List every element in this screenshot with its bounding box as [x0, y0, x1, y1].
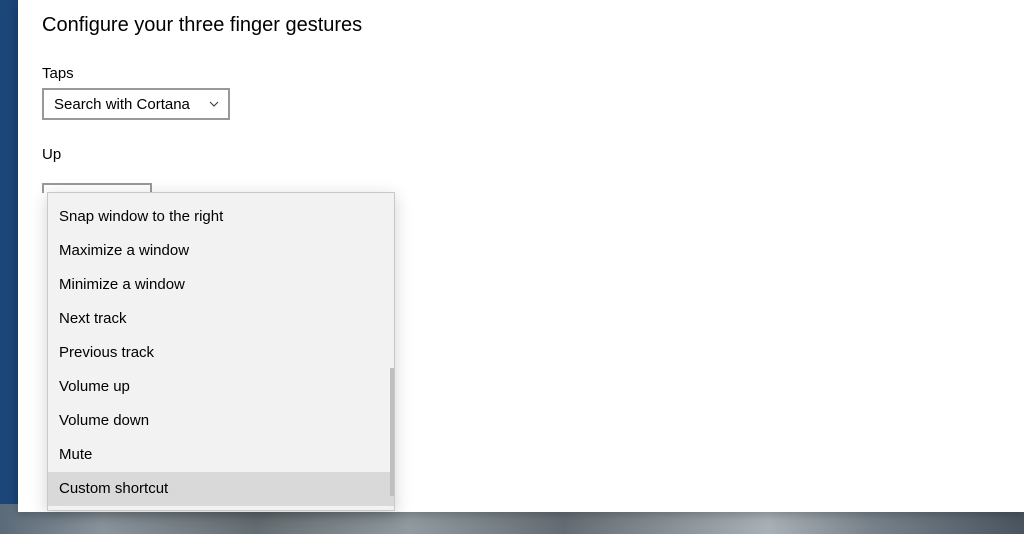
dropdown-item-volume-up[interactable]: Volume up: [48, 370, 394, 404]
dropdown-item-mute[interactable]: Mute: [48, 438, 394, 472]
taps-label: Taps: [42, 65, 1000, 82]
up-dropdown-list: Snap window to the right Maximize a wind…: [48, 193, 394, 510]
dropdown-item-maximize[interactable]: Maximize a window: [48, 234, 394, 268]
dropdown-item-next-track[interactable]: Next track: [48, 302, 394, 336]
dropdown-item-volume-down[interactable]: Volume down: [48, 404, 394, 438]
chevron-down-icon: [208, 98, 220, 110]
dropdown-item-minimize[interactable]: Minimize a window: [48, 268, 394, 302]
dropdown-scrollbar[interactable]: [390, 368, 394, 496]
up-dropdown-panel: Snap window to the right Maximize a wind…: [47, 192, 395, 511]
dropdown-item-custom-shortcut[interactable]: Custom shortcut: [48, 472, 394, 506]
taps-combobox-value: Search with Cortana: [54, 96, 190, 113]
dropdown-item-snap-right[interactable]: Snap window to the right: [48, 200, 394, 234]
taps-combobox[interactable]: Search with Cortana: [42, 88, 230, 120]
page-title: Configure your three finger gestures: [42, 14, 1000, 37]
settings-window: Configure your three finger gestures Tap…: [18, 0, 1024, 512]
up-label: Up: [42, 146, 1000, 163]
dropdown-item-previous-track[interactable]: Previous track: [48, 336, 394, 370]
